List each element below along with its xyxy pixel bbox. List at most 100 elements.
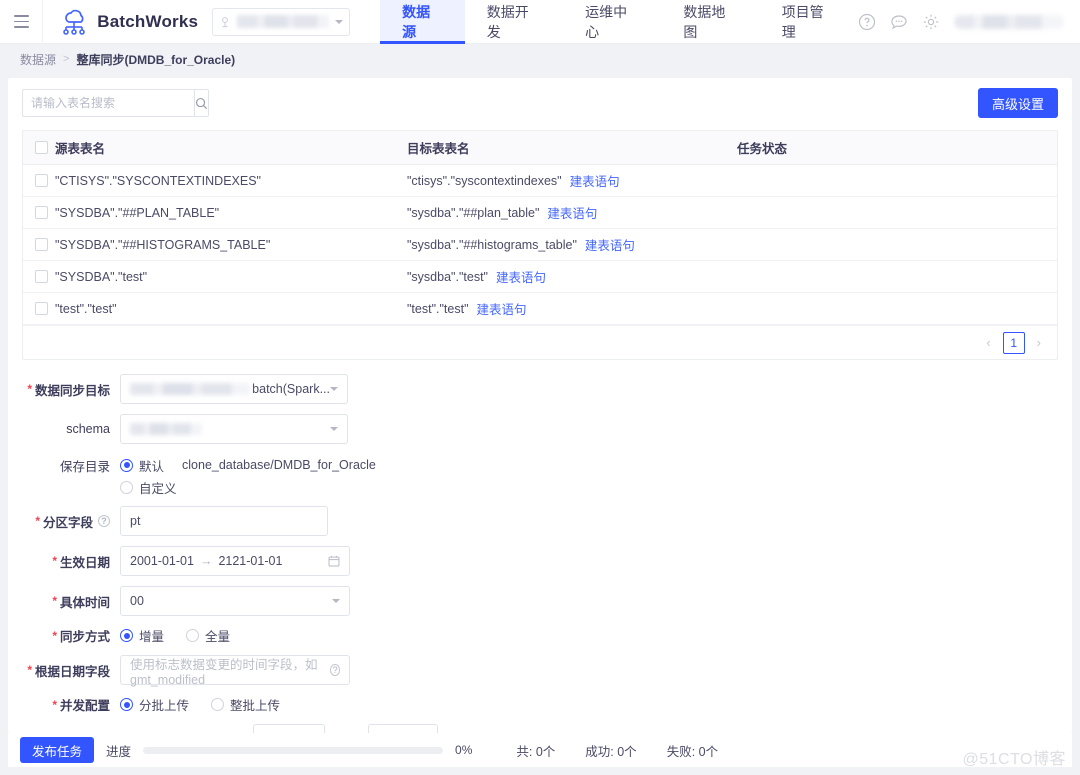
schema-select[interactable]: [120, 414, 348, 444]
nav-item-ops[interactable]: 运维中心: [563, 0, 661, 44]
effective-date-range-picker[interactable]: 2001-01-01 → 2121-01-01: [120, 546, 350, 576]
chevron-down-icon: [332, 599, 340, 603]
radio-label: 默认: [139, 459, 165, 474]
save-dir-option-custom[interactable]: 自定义: [120, 476, 376, 498]
help-icon[interactable]: [858, 13, 876, 31]
nav-item-datamap[interactable]: 数据地图: [661, 0, 759, 44]
radio-custom[interactable]: [120, 480, 133, 494]
message-icon[interactable]: [890, 13, 908, 31]
radio-default[interactable]: [120, 458, 133, 472]
row-checkbox[interactable]: [35, 206, 48, 219]
label-effective-date: * 生效日期: [8, 552, 120, 571]
label-concurrency: * 并发配置: [8, 695, 120, 714]
label-sync-mode: * 同步方式: [8, 626, 120, 645]
date-field-input[interactable]: 使用标志数据变更的时间字段，如gmt_modified ?: [120, 655, 350, 687]
breadcrumb-root[interactable]: 数据源: [20, 51, 56, 68]
row-checkbox[interactable]: [35, 302, 48, 315]
create-table-sql-link[interactable]: 建表语句: [547, 203, 597, 222]
nav-label: 数据地图: [683, 3, 726, 40]
nav-item-datadev[interactable]: 数据开发: [465, 0, 563, 44]
project-selector[interactable]: [212, 7, 351, 36]
date-field-placeholder: 使用标志数据变更的时间字段，如gmt_modified: [130, 657, 318, 687]
help-tooltip-icon[interactable]: ?: [98, 515, 110, 527]
table-row[interactable]: "CTISYS"."SYSCONTEXTINDEXES" "ctisys"."s…: [23, 165, 1057, 197]
date-range-separator-icon: →: [199, 554, 213, 568]
publish-task-button[interactable]: 发布任务: [20, 737, 95, 763]
specific-time-select[interactable]: 00: [120, 586, 350, 616]
required-marker: *: [52, 554, 57, 568]
target-table-name: "sysdba"."##histograms_table": [407, 237, 577, 252]
select-all-checkbox[interactable]: [35, 141, 48, 154]
label-text: 保存目录: [59, 459, 110, 474]
table-row[interactable]: "SYSDBA"."##PLAN_TABLE" "sysdba"."##plan…: [23, 197, 1057, 229]
pagination-prev-icon[interactable]: ‹: [982, 335, 994, 350]
table-row[interactable]: "test"."test" "test"."test" 建表语句: [23, 293, 1057, 325]
breadcrumb-separator-icon: >: [63, 53, 70, 65]
user-account-blurred[interactable]: [954, 14, 1064, 29]
table-row[interactable]: "SYSDBA"."##HISTOGRAMS_TABLE" "sysdba"."…: [23, 229, 1057, 261]
radio-label: 分批上传: [139, 699, 190, 713]
field-sync-mode: * 同步方式 增量 全量: [8, 626, 1072, 645]
source-table-name: "SYSDBA"."##HISTOGRAMS_TABLE": [55, 237, 271, 252]
label-date-field: * 根据日期字段: [8, 661, 120, 680]
table-count-input[interactable]: [368, 724, 439, 733]
row-checkbox[interactable]: [35, 174, 48, 187]
pagination-page-1[interactable]: 1: [1002, 331, 1025, 354]
brand-name: BatchWorks: [97, 11, 199, 31]
nav-item-projectmgmt[interactable]: 项目管理: [760, 0, 858, 44]
save-dir-option-default[interactable]: 默认 clone_database/DMDB_for_Oracle: [120, 454, 376, 476]
source-table-name: "CTISYS"."SYSCONTEXTINDEXES": [55, 173, 261, 188]
partition-field-input[interactable]: pt: [120, 506, 328, 536]
search-input[interactable]: [22, 89, 194, 117]
header-actions: [858, 13, 1080, 31]
nav-item-datasource[interactable]: 数据源: [380, 0, 465, 44]
create-table-sql-link[interactable]: 建表语句: [477, 299, 527, 318]
row-checkbox[interactable]: [35, 238, 48, 251]
gear-icon[interactable]: [922, 13, 940, 31]
sync-target-select[interactable]: batch(Spark...: [120, 374, 348, 404]
stat-failed: 失败: 0个: [666, 744, 719, 759]
table-row[interactable]: "SYSDBA"."test" "sysdba"."test" 建表语句: [23, 261, 1057, 293]
help-tooltip-icon[interactable]: ?: [330, 664, 340, 676]
radio-label: 自定义: [139, 481, 177, 496]
target-cell: "sysdba"."##histograms_table" 建表语句: [407, 235, 737, 254]
row-select-cell: [23, 174, 55, 187]
pagination-next-icon[interactable]: ›: [1033, 335, 1045, 350]
save-dir-options: 默认 clone_database/DMDB_for_Oracle 自定义: [120, 454, 376, 498]
target-cell: "test"."test" 建表语句: [407, 299, 737, 318]
radio-batch-upload[interactable]: [120, 698, 133, 711]
interval-select[interactable]: 1 小时: [253, 724, 326, 733]
create-table-sql-link[interactable]: 建表语句: [585, 235, 635, 254]
radio-label: 整批上传: [230, 699, 281, 713]
label-text: 具体时间: [59, 595, 110, 610]
chevron-down-icon: [335, 19, 344, 24]
radio-incremental[interactable]: [120, 629, 133, 642]
project-icon: [222, 16, 229, 27]
target-table-name: "test"."test": [407, 301, 469, 316]
progress-percent: 0%: [455, 743, 473, 757]
radio-full[interactable]: [186, 629, 200, 642]
brand: BatchWorks: [59, 8, 198, 36]
partition-field-value: pt: [130, 514, 141, 528]
chevron-down-icon: [330, 427, 338, 431]
table-toolbar: 高级设置: [8, 78, 1072, 120]
field-concurrency: * 并发配置 分批上传 整批上传: [8, 695, 1072, 714]
column-header-target: 目标表表名: [407, 142, 470, 156]
menu-toggle-icon[interactable]: [0, 0, 44, 44]
advanced-settings-button[interactable]: 高级设置: [977, 88, 1058, 118]
label-sync-target: * 数据同步目标: [8, 380, 120, 399]
field-partition: * 分区字段 ? pt: [8, 506, 1072, 536]
search-button[interactable]: [194, 89, 209, 117]
create-table-sql-link[interactable]: 建表语句: [496, 267, 546, 286]
chevron-down-icon: [330, 387, 338, 391]
create-table-sql-link[interactable]: 建表语句: [570, 171, 620, 190]
radio-whole-upload[interactable]: [211, 698, 225, 711]
field-specific-time: * 具体时间 00: [8, 586, 1072, 616]
field-date-field: * 根据日期字段 使用标志数据变更的时间字段，如gmt_modified ?: [8, 655, 1072, 687]
sync-config-form: * 数据同步目标 batch(Spark... schema 保存目录 默认 c…: [8, 360, 1072, 733]
radio-label: 增量: [139, 630, 165, 644]
label-specific-time: * 具体时间: [8, 592, 120, 611]
row-checkbox[interactable]: [35, 270, 48, 283]
nav-label: 运维中心: [585, 3, 628, 40]
sync-mode-options: 增量 全量: [120, 626, 230, 645]
